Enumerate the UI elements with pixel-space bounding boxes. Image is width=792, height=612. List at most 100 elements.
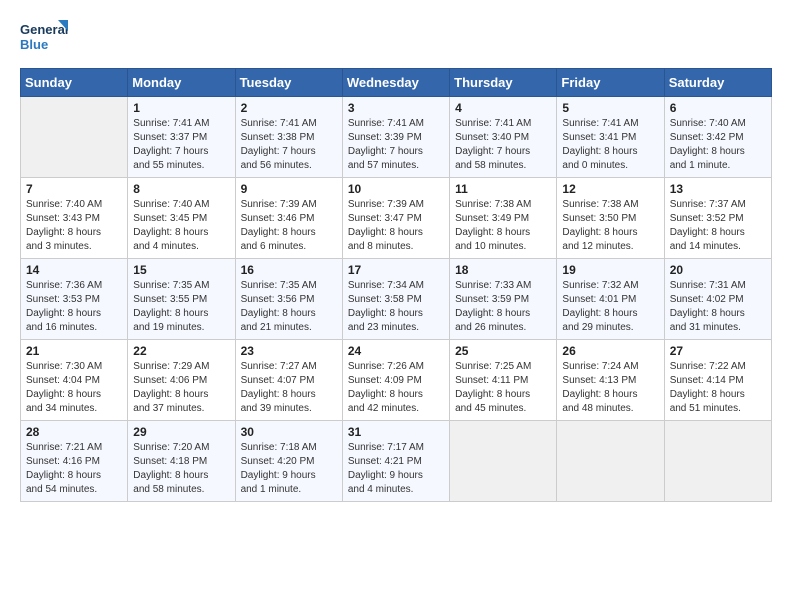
page-header: General Blue [20, 16, 772, 58]
calendar-cell: 27 Sunrise: 7:22 AM Sunset: 4:14 PM Dayli… [664, 340, 771, 421]
day-number: 15 [133, 263, 229, 277]
calendar-day-header: Tuesday [235, 69, 342, 97]
day-number: 1 [133, 101, 229, 115]
day-info: Sunrise: 7:22 AM Sunset: 4:14 PM Dayligh… [670, 360, 766, 416]
day-number: 4 [455, 101, 551, 115]
calendar-cell [664, 421, 771, 502]
day-number: 10 [348, 182, 444, 196]
day-number: 5 [562, 101, 658, 115]
calendar-cell: 25 Sunrise: 7:25 AM Sunset: 4:11 PM Dayli… [450, 340, 557, 421]
day-number: 3 [348, 101, 444, 115]
day-number: 11 [455, 182, 551, 196]
calendar-cell [557, 421, 664, 502]
calendar-cell: 24Sunrise: 7:26 AM Sunset: 4:09 PM Dayli… [342, 340, 449, 421]
day-number: 7 [26, 182, 122, 196]
day-number: 25 [455, 344, 551, 358]
day-number: 19 [562, 263, 658, 277]
calendar-day-header: Saturday [664, 69, 771, 97]
calendar-cell: 31Sunrise: 7:17 AM Sunset: 4:21 PM Dayli… [342, 421, 449, 502]
day-number: 18 [455, 263, 551, 277]
day-number: 27 [670, 344, 766, 358]
day-info: Sunrise: 7:29 AM Sunset: 4:06 PM Dayligh… [133, 360, 229, 416]
day-number: 14 [26, 263, 122, 277]
day-info: Sunrise: 7:35 AM Sunset: 3:56 PM Dayligh… [241, 279, 337, 335]
day-number: 29 [133, 425, 229, 439]
calendar-cell: 17Sunrise: 7:34 AM Sunset: 3:58 PM Dayli… [342, 259, 449, 340]
day-number: 26 [562, 344, 658, 358]
calendar-cell: 19 Sunrise: 7:32 AM Sunset: 4:01 PM Dayli… [557, 259, 664, 340]
day-info: Sunrise: 7:41 AM Sunset: 3:40 PM Dayligh… [455, 117, 551, 173]
calendar-cell: 5 Sunrise: 7:41 AM Sunset: 3:41 PM Daylig… [557, 97, 664, 178]
calendar-cell: 22 Sunrise: 7:29 AM Sunset: 4:06 PM Dayli… [128, 340, 235, 421]
day-number: 12 [562, 182, 658, 196]
logo-svg: General Blue [20, 16, 70, 58]
calendar-table: SundayMondayTuesdayWednesdayThursdayFrid… [20, 68, 772, 502]
calendar-cell: 18 Sunrise: 7:33 AM Sunset: 3:59 PM Dayli… [450, 259, 557, 340]
day-info: Sunrise: 7:40 AM Sunset: 3:43 PM Dayligh… [26, 198, 122, 254]
day-info: Sunrise: 7:21 AM Sunset: 4:16 PM Dayligh… [26, 441, 122, 497]
day-info: Sunrise: 7:41 AM Sunset: 3:39 PM Dayligh… [348, 117, 444, 173]
day-info: Sunrise: 7:31 AM Sunset: 4:02 PM Dayligh… [670, 279, 766, 335]
day-number: 6 [670, 101, 766, 115]
calendar-cell: 12 Sunrise: 7:38 AM Sunset: 3:50 PM Dayli… [557, 178, 664, 259]
day-info: Sunrise: 7:38 AM Sunset: 3:50 PM Dayligh… [562, 198, 658, 254]
calendar-cell: 29 Sunrise: 7:20 AM Sunset: 4:18 PM Dayli… [128, 421, 235, 502]
day-info: Sunrise: 7:35 AM Sunset: 3:55 PM Dayligh… [133, 279, 229, 335]
calendar-cell [450, 421, 557, 502]
day-info: Sunrise: 7:18 AM Sunset: 4:20 PM Dayligh… [241, 441, 337, 497]
svg-text:General: General [20, 22, 68, 37]
day-info: Sunrise: 7:40 AM Sunset: 3:45 PM Dayligh… [133, 198, 229, 254]
calendar-cell: 2 Sunrise: 7:41 AM Sunset: 3:38 PM Daylig… [235, 97, 342, 178]
calendar-cell: 4 Sunrise: 7:41 AM Sunset: 3:40 PM Daylig… [450, 97, 557, 178]
day-info: Sunrise: 7:41 AM Sunset: 3:38 PM Dayligh… [241, 117, 337, 173]
day-number: 22 [133, 344, 229, 358]
day-info: Sunrise: 7:20 AM Sunset: 4:18 PM Dayligh… [133, 441, 229, 497]
calendar-cell: 8 Sunrise: 7:40 AM Sunset: 3:45 PM Daylig… [128, 178, 235, 259]
calendar-cell: 9 Sunrise: 7:39 AM Sunset: 3:46 PM Daylig… [235, 178, 342, 259]
calendar-day-header: Monday [128, 69, 235, 97]
calendar-cell: 15 Sunrise: 7:35 AM Sunset: 3:55 PM Dayli… [128, 259, 235, 340]
calendar-day-header: Wednesday [342, 69, 449, 97]
day-info: Sunrise: 7:26 AM Sunset: 4:09 PM Dayligh… [348, 360, 444, 416]
day-number: 28 [26, 425, 122, 439]
calendar-cell: 20 Sunrise: 7:31 AM Sunset: 4:02 PM Dayli… [664, 259, 771, 340]
calendar-cell: 28 Sunrise: 7:21 AM Sunset: 4:16 PM Dayli… [21, 421, 128, 502]
calendar-day-header: Thursday [450, 69, 557, 97]
day-info: Sunrise: 7:40 AM Sunset: 3:42 PM Dayligh… [670, 117, 766, 173]
day-info: Sunrise: 7:38 AM Sunset: 3:49 PM Dayligh… [455, 198, 551, 254]
day-info: Sunrise: 7:27 AM Sunset: 4:07 PM Dayligh… [241, 360, 337, 416]
calendar-cell: 3 Sunrise: 7:41 AM Sunset: 3:39 PM Daylig… [342, 97, 449, 178]
day-number: 17 [348, 263, 444, 277]
day-info: Sunrise: 7:32 AM Sunset: 4:01 PM Dayligh… [562, 279, 658, 335]
day-info: Sunrise: 7:25 AM Sunset: 4:11 PM Dayligh… [455, 360, 551, 416]
calendar-cell: 10Sunrise: 7:39 AM Sunset: 3:47 PM Dayli… [342, 178, 449, 259]
day-number: 2 [241, 101, 337, 115]
day-info: Sunrise: 7:41 AM Sunset: 3:41 PM Dayligh… [562, 117, 658, 173]
day-number: 31 [348, 425, 444, 439]
day-info: Sunrise: 7:37 AM Sunset: 3:52 PM Dayligh… [670, 198, 766, 254]
calendar-cell: 6 Sunrise: 7:40 AM Sunset: 3:42 PM Daylig… [664, 97, 771, 178]
calendar-day-header: Sunday [21, 69, 128, 97]
day-info: Sunrise: 7:36 AM Sunset: 3:53 PM Dayligh… [26, 279, 122, 335]
calendar-cell: 23 Sunrise: 7:27 AM Sunset: 4:07 PM Dayli… [235, 340, 342, 421]
day-number: 16 [241, 263, 337, 277]
calendar-cell: 11 Sunrise: 7:38 AM Sunset: 3:49 PM Dayli… [450, 178, 557, 259]
day-number: 23 [241, 344, 337, 358]
calendar-cell: 26 Sunrise: 7:24 AM Sunset: 4:13 PM Dayli… [557, 340, 664, 421]
calendar-cell: 13 Sunrise: 7:37 AM Sunset: 3:52 PM Dayli… [664, 178, 771, 259]
day-number: 13 [670, 182, 766, 196]
day-info: Sunrise: 7:24 AM Sunset: 4:13 PM Dayligh… [562, 360, 658, 416]
day-info: Sunrise: 7:30 AM Sunset: 4:04 PM Dayligh… [26, 360, 122, 416]
day-number: 20 [670, 263, 766, 277]
day-number: 8 [133, 182, 229, 196]
calendar-cell: 21 Sunrise: 7:30 AM Sunset: 4:04 PM Dayli… [21, 340, 128, 421]
calendar-cell: 14 Sunrise: 7:36 AM Sunset: 3:53 PM Dayli… [21, 259, 128, 340]
calendar-cell [21, 97, 128, 178]
day-number: 9 [241, 182, 337, 196]
logo: General Blue [20, 16, 70, 58]
day-info: Sunrise: 7:39 AM Sunset: 3:46 PM Dayligh… [241, 198, 337, 254]
day-info: Sunrise: 7:33 AM Sunset: 3:59 PM Dayligh… [455, 279, 551, 335]
day-info: Sunrise: 7:41 AM Sunset: 3:37 PM Dayligh… [133, 117, 229, 173]
calendar-cell: 7 Sunrise: 7:40 AM Sunset: 3:43 PM Daylig… [21, 178, 128, 259]
day-number: 21 [26, 344, 122, 358]
